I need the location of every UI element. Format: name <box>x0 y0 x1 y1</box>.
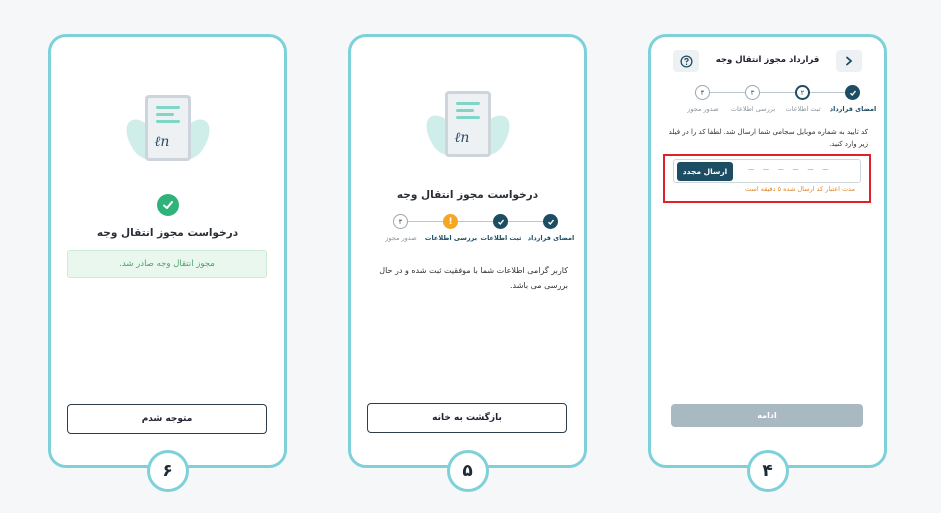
got-it-button[interactable]: متوجه شدم <box>67 404 267 434</box>
step-label-1: امضای قرارداد <box>527 234 575 242</box>
page-title: درخواست مجوز انتقال وجه <box>396 189 539 201</box>
document-icon: ℓn <box>444 91 491 157</box>
step-label-2: ثبت اطلاعات <box>785 105 821 113</box>
resend-code-button[interactable]: ارسال مجدد <box>677 162 733 181</box>
step-node-4: ۴ <box>695 85 710 100</box>
progress-stepper: ۲ ۳ ۴ امضای قرارداد ثبت اطلاعات بررسی اط… <box>661 85 877 125</box>
step-number-badge: ۴ <box>746 450 789 492</box>
success-message: مجوز انتقال وجه صادر شد. <box>67 250 267 278</box>
back-to-home-button[interactable]: بازگشت به خانه <box>367 403 567 433</box>
chevron-right-icon <box>846 56 853 66</box>
phone-screen-4: قرارداد مجوز انتقال وجه ۲ ۳ ۴ امضای قرار… <box>648 34 887 492</box>
page-title: قرارداد مجوز انتقال وجه <box>715 55 820 65</box>
step-number-badge: ۵ <box>446 450 489 492</box>
step-label-3: بررسی اطلاعات <box>424 234 478 242</box>
step-label-4: صدور مجوز <box>687 105 719 113</box>
phone-screen-5: ℓn درخواست مجوز انتقال وجه ! ۴ امضای قرا… <box>348 34 587 492</box>
step-label-3: بررسی اطلاعات <box>730 105 776 113</box>
otp-instruction: کد تایید به شماره موبایل سجامی شما ارسال… <box>668 128 868 148</box>
signature-icon: ℓn <box>454 130 470 146</box>
signature-icon: ℓn <box>154 134 170 150</box>
otp-highlight-box: — — — — — — ارسال مجدد مدت اعتبار کد ارس… <box>663 154 871 203</box>
step-node-2 <box>493 214 508 229</box>
step-label-2: ثبت اطلاعات <box>480 234 522 242</box>
document-icon: ℓn <box>144 95 191 161</box>
step-number-badge: ۶ <box>146 450 189 492</box>
phone-screen-6: ℓn درخواست مجوز انتقال وجه مجوز انتقال و… <box>48 34 287 492</box>
step-label-1: امضای قرارداد <box>829 105 877 113</box>
status-message: کاربر گرامی اطلاعات شما با موفقیت ثبت شد… <box>379 266 568 290</box>
progress-stepper: ! ۴ امضای قرارداد ثبت اطلاعات بررسی اطلا… <box>361 214 574 254</box>
help-icon <box>679 54 693 68</box>
document-illustration: ℓn <box>418 91 517 171</box>
step-node-3-warning: ! <box>443 214 458 229</box>
otp-validity-hint: مدت اعتبار کد ارسال شده ۵ دقیقه است <box>745 185 855 193</box>
step-node-4: ۴ <box>393 214 408 229</box>
document-illustration: ℓn <box>118 95 217 175</box>
step-node-1 <box>543 214 558 229</box>
otp-placeholder: — — — — — — <box>748 165 830 175</box>
page-title: درخواست مجوز انتقال وجه <box>96 227 239 239</box>
continue-button[interactable]: ادامه <box>671 404 863 427</box>
otp-input[interactable]: — — — — — — ارسال مجدد <box>673 159 861 183</box>
help-button[interactable] <box>673 50 699 72</box>
step-node-3: ۳ <box>745 85 760 100</box>
step-node-2-active: ۲ <box>795 85 810 100</box>
step-node-1 <box>845 85 860 100</box>
step-label-4: صدور مجوز <box>385 234 417 242</box>
success-check-icon <box>156 194 179 216</box>
